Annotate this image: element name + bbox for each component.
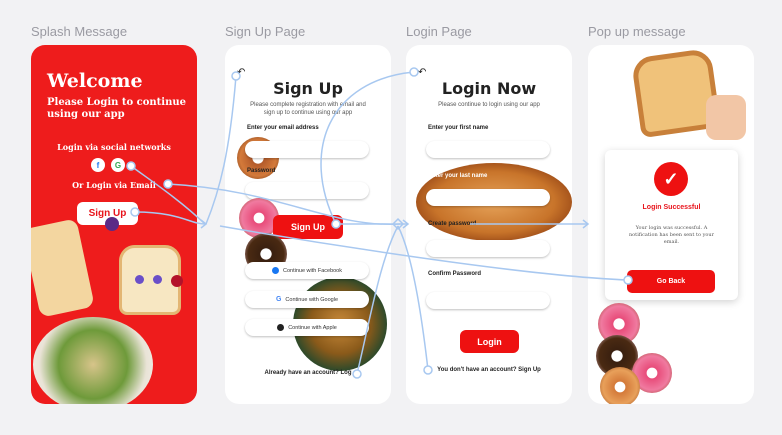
login-screen: ↶ Login Now Please continue to login usi…	[406, 45, 572, 404]
link-arrow	[200, 219, 208, 229]
last-name-label: Enter your last name	[428, 173, 488, 179]
bread-image	[31, 218, 95, 318]
splash-email-text: Or Login via Email	[72, 180, 156, 190]
login-button[interactable]: Login	[460, 330, 519, 353]
facebook-icon[interactable]: f	[91, 158, 105, 172]
signup-screen: ↶ Sign Up Please complete registration w…	[225, 45, 391, 404]
checkmark-icon: ✓	[654, 162, 688, 196]
splash-title: Welcome	[47, 70, 143, 92]
success-title: Login Successful	[642, 204, 701, 211]
success-message: Your login was successful. A notificatio…	[628, 225, 715, 245]
email-label: Enter your email address	[247, 125, 319, 131]
popup-screen: ✓ Login Successful Your login was succes…	[588, 45, 754, 404]
go-back-button[interactable]: Go Back	[627, 270, 715, 293]
donut-image	[600, 367, 640, 404]
confirm-password-field[interactable]	[426, 292, 550, 309]
signup-footer-link[interactable]: Already have an account? Log	[225, 370, 391, 376]
confirm-password-label: Confirm Password	[428, 271, 482, 277]
eye-icon	[153, 275, 162, 284]
email-field[interactable]	[245, 141, 369, 158]
link-diamond	[391, 217, 405, 231]
continue-apple-button[interactable]: Continue with Apple	[245, 319, 369, 336]
back-arrow-icon[interactable]: ↶	[418, 67, 426, 78]
continue-google-button[interactable]: G Continue with Google	[245, 291, 369, 308]
create-password-field[interactable]	[426, 240, 550, 257]
google-icon: G	[275, 296, 282, 303]
password-field[interactable]	[245, 182, 369, 199]
login-description: Please continue to login using our app	[438, 102, 540, 108]
salad-image	[33, 317, 153, 404]
frame-label-login: Login Page	[406, 24, 472, 39]
berry-image	[105, 217, 119, 231]
berry-image	[171, 275, 183, 287]
splash-subtitle: Please Login to continue using our app	[47, 97, 186, 120]
last-name-field[interactable]	[426, 189, 550, 206]
google-icon[interactable]: G	[111, 158, 125, 172]
login-footer-link[interactable]: You don't have an account? Sign Up	[406, 367, 572, 373]
continue-facebook-label: Continue with Facebook	[282, 267, 342, 274]
continue-apple-label: Continue with Apple	[288, 324, 337, 331]
splash-social-text: Login via social networks	[57, 142, 171, 152]
social-icons: f G	[91, 158, 125, 172]
frame-label-splash: Splash Message	[31, 24, 128, 39]
signup-description: Please complete registration with email …	[250, 102, 366, 116]
first-name-label: Enter your first name	[428, 125, 489, 131]
password-label: Password	[247, 168, 276, 174]
create-password-label: Create password	[428, 221, 477, 227]
continue-google-label: Continue with Google	[285, 296, 339, 303]
eye-icon	[135, 275, 144, 284]
frame-label-signup: Sign Up Page	[225, 24, 306, 39]
first-name-field[interactable]	[426, 141, 550, 158]
apple-icon	[277, 324, 285, 331]
frame-label-popup: Pop up message	[588, 24, 686, 39]
login-title: Login Now	[441, 79, 537, 98]
hand-image	[706, 95, 746, 140]
success-card: ✓ Login Successful Your login was succes…	[605, 150, 738, 300]
signup-title: Sign Up	[273, 79, 343, 98]
continue-facebook-button[interactable]: Continue with Facebook	[245, 262, 369, 279]
splash-screen: Welcome Please Login to continue using o…	[31, 45, 197, 404]
back-arrow-icon[interactable]: ↶	[237, 67, 245, 78]
signup-button[interactable]: Sign Up	[273, 215, 343, 239]
facebook-icon	[271, 267, 279, 274]
